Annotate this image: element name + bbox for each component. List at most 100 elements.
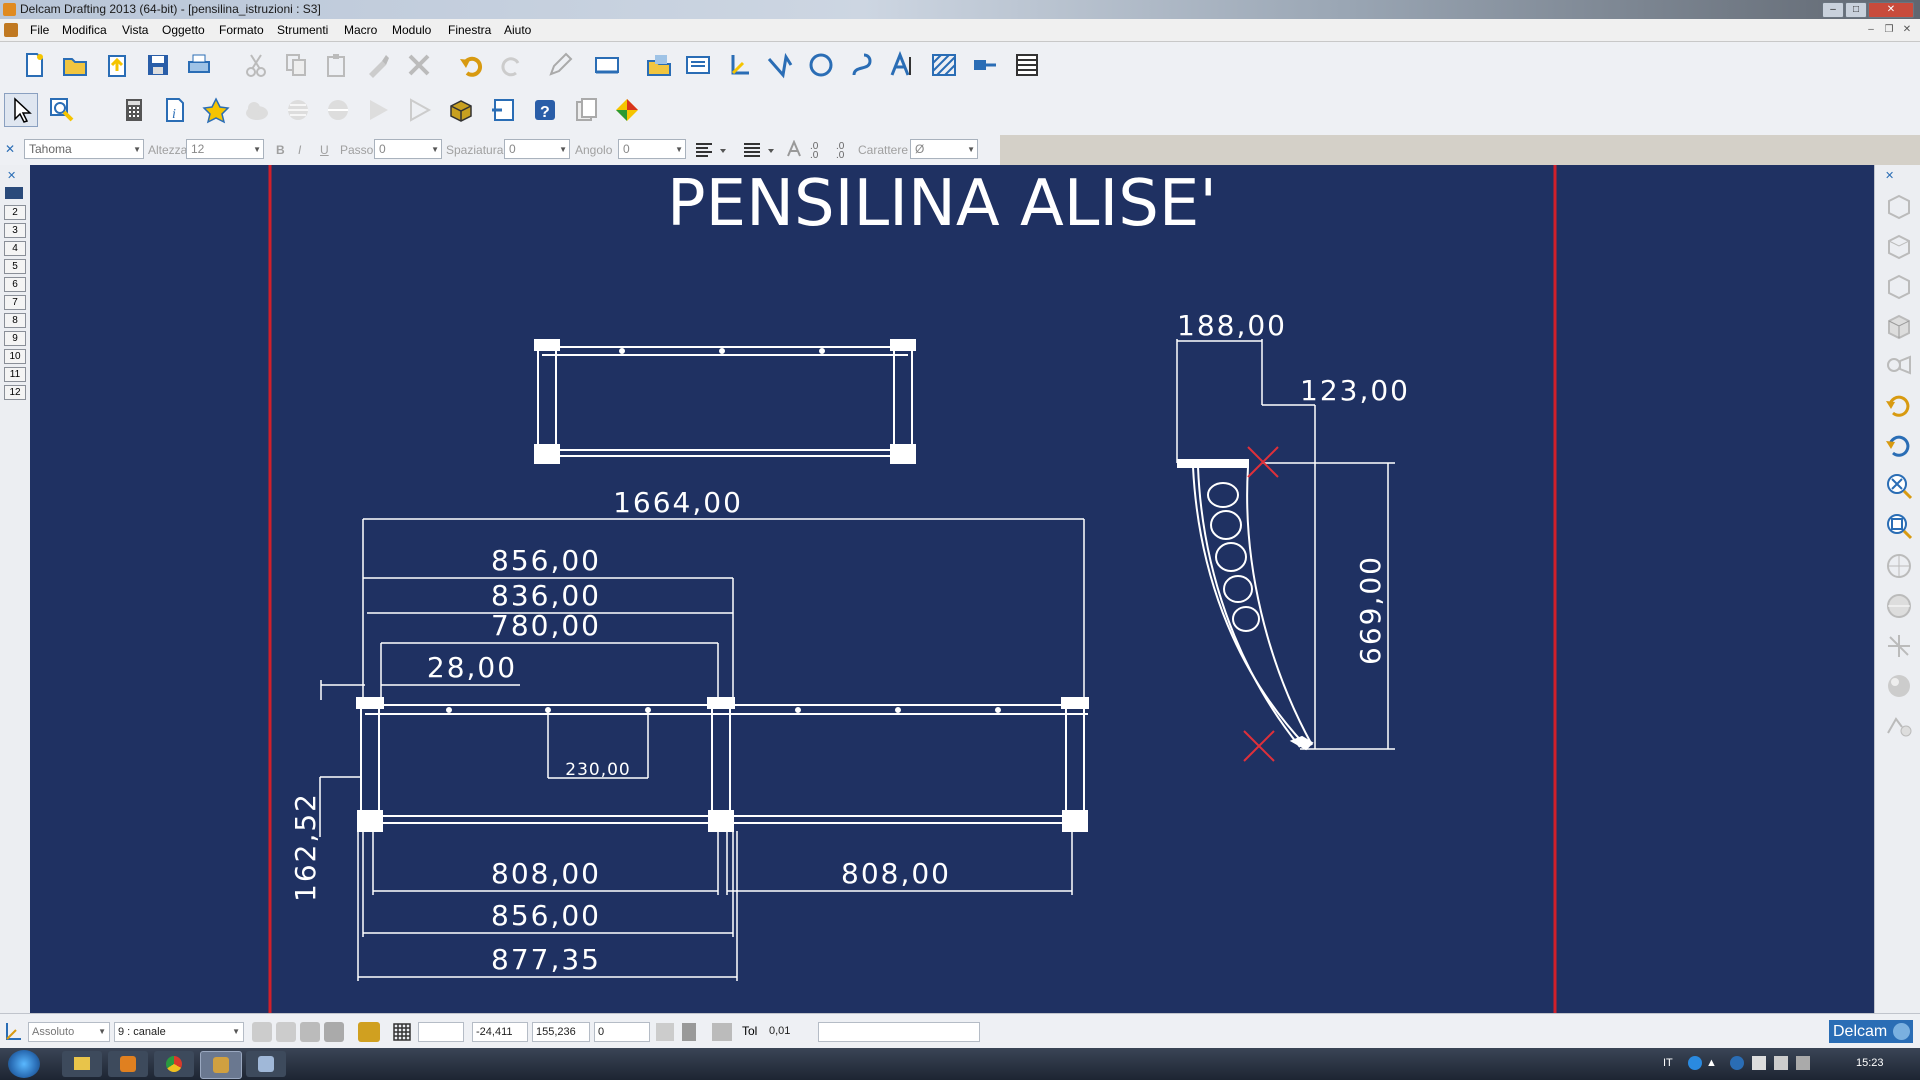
info-button[interactable]: i bbox=[158, 93, 192, 127]
help-button[interactable]: ? bbox=[528, 93, 562, 127]
view-top-icon[interactable] bbox=[1884, 271, 1914, 301]
view-button[interactable] bbox=[590, 48, 624, 82]
layer-select[interactable]: 9 : canale ▼ bbox=[114, 1022, 244, 1042]
menu-vista[interactable]: Vista bbox=[122, 23, 148, 37]
close-view-strip-icon[interactable]: ✕ bbox=[1885, 169, 1894, 182]
grid-spacing-field[interactable] bbox=[418, 1022, 464, 1042]
pitch-select[interactable]: 0 ▼ bbox=[374, 139, 442, 159]
triangle-button[interactable] bbox=[403, 93, 437, 127]
page-tab-10[interactable]: 10 bbox=[4, 349, 26, 364]
page-tab-3[interactable]: 3 bbox=[4, 223, 26, 238]
import-button[interactable] bbox=[100, 48, 134, 82]
align-justify-button[interactable] bbox=[740, 139, 776, 161]
undo-button[interactable] bbox=[454, 48, 488, 82]
snap3-icon[interactable] bbox=[300, 1022, 320, 1042]
open-file-button[interactable] bbox=[58, 48, 92, 82]
snap-icon[interactable] bbox=[252, 1022, 272, 1042]
edit-text-button[interactable] bbox=[543, 48, 577, 82]
bold-button[interactable]: B bbox=[276, 143, 285, 157]
print-button[interactable] bbox=[182, 48, 216, 82]
delete-button[interactable] bbox=[402, 48, 436, 82]
flag-tray-icon[interactable] bbox=[1752, 1056, 1766, 1070]
light-icon[interactable] bbox=[1884, 711, 1914, 741]
angle-select[interactable]: 0 ▼ bbox=[618, 139, 686, 159]
new-file-button[interactable] bbox=[17, 48, 51, 82]
sphere-view-icon[interactable] bbox=[1884, 591, 1914, 621]
redo-button[interactable] bbox=[495, 48, 529, 82]
menu-modulo[interactable]: Modulo bbox=[392, 23, 431, 37]
page-tab-7[interactable]: 7 bbox=[4, 295, 26, 310]
close-strip-icon[interactable]: ✕ bbox=[7, 169, 16, 182]
menu-strumenti[interactable]: Strumenti bbox=[277, 23, 328, 37]
render-button[interactable] bbox=[610, 93, 644, 127]
mdi-restore-button[interactable]: ❐ bbox=[1882, 24, 1896, 36]
text-button[interactable] bbox=[886, 48, 920, 82]
paste-button[interactable] bbox=[320, 48, 354, 82]
cut-button[interactable] bbox=[239, 48, 273, 82]
clock[interactable]: 15:23 bbox=[1856, 1057, 1884, 1069]
font-select[interactable]: Tahoma ▼ bbox=[24, 139, 144, 159]
copy-sheet-button[interactable] bbox=[569, 93, 603, 127]
axes-view-icon[interactable] bbox=[1884, 631, 1914, 661]
table-status-icon[interactable] bbox=[656, 1023, 674, 1041]
hatch-button[interactable] bbox=[927, 48, 961, 82]
page-tab-9[interactable]: 9 bbox=[4, 331, 26, 346]
shape-button[interactable] bbox=[199, 93, 233, 127]
start-button[interactable] bbox=[8, 1050, 40, 1078]
copy-button[interactable] bbox=[279, 48, 313, 82]
taskbar-explorer[interactable] bbox=[62, 1051, 102, 1077]
taskbar-delcam[interactable] bbox=[200, 1051, 242, 1079]
table-button[interactable] bbox=[1010, 48, 1044, 82]
page-tab-4[interactable]: 4 bbox=[4, 241, 26, 256]
page-tab-5[interactable]: 5 bbox=[4, 259, 26, 274]
taskbar-app2[interactable] bbox=[246, 1051, 286, 1077]
layers-icon[interactable] bbox=[324, 1022, 344, 1042]
grid-icon[interactable] bbox=[392, 1022, 412, 1042]
menu-aiuto[interactable]: Aiuto bbox=[504, 23, 531, 37]
brush-button[interactable] bbox=[361, 48, 395, 82]
open-drawing-button[interactable] bbox=[642, 48, 676, 82]
polyline-button[interactable] bbox=[763, 48, 797, 82]
tray-expand-icon[interactable]: ▲ bbox=[1706, 1057, 1717, 1069]
tolerance-field[interactable]: 0,01 bbox=[766, 1022, 816, 1042]
rotate-view-icon[interactable] bbox=[1884, 391, 1914, 421]
zoom-window-icon[interactable] bbox=[1884, 511, 1914, 541]
network-tray-icon[interactable] bbox=[1730, 1056, 1744, 1070]
command-field[interactable] bbox=[818, 1022, 980, 1042]
volume-tray-icon[interactable] bbox=[1796, 1056, 1810, 1070]
sheet-button[interactable] bbox=[681, 48, 715, 82]
circle-button[interactable] bbox=[804, 48, 838, 82]
cloud-button[interactable] bbox=[240, 93, 274, 127]
close-toolbar-icon[interactable]: ✕ bbox=[5, 142, 15, 156]
menu-formato[interactable]: Formato bbox=[219, 23, 264, 37]
zoom-fit-icon[interactable] bbox=[1884, 471, 1914, 501]
maximize-button[interactable]: □ bbox=[1845, 2, 1867, 18]
height-select[interactable]: 12 ▼ bbox=[186, 139, 264, 159]
wedge-button[interactable] bbox=[362, 93, 396, 127]
page-1-icon[interactable] bbox=[5, 187, 23, 199]
zoom-button[interactable] bbox=[45, 93, 79, 127]
mdi-minimize-button[interactable]: – bbox=[1864, 24, 1878, 36]
taskbar-media[interactable] bbox=[108, 1051, 148, 1077]
view-camera-icon[interactable] bbox=[1884, 351, 1914, 381]
taskbar-chrome[interactable] bbox=[154, 1051, 194, 1077]
text-style-icon[interactable] bbox=[786, 139, 804, 158]
curve-button[interactable] bbox=[845, 48, 879, 82]
page-tab-6[interactable]: 6 bbox=[4, 277, 26, 292]
z-coordinate-field[interactable]: 0 bbox=[594, 1022, 650, 1042]
sphere-button[interactable] bbox=[281, 93, 315, 127]
close-button[interactable]: ✕ bbox=[1868, 2, 1914, 18]
help-tray-icon[interactable] bbox=[1688, 1056, 1702, 1070]
axis-button[interactable] bbox=[722, 48, 756, 82]
save-button[interactable] bbox=[141, 48, 175, 82]
dimension-button[interactable] bbox=[968, 48, 1002, 82]
align-left-button[interactable] bbox=[692, 139, 728, 161]
page-tab-11[interactable]: 11 bbox=[4, 367, 26, 382]
settings-icon[interactable] bbox=[358, 1022, 380, 1042]
globe-icon[interactable] bbox=[1884, 551, 1914, 581]
x-coordinate-field[interactable]: -24,411 bbox=[472, 1022, 528, 1042]
calc-status-icon[interactable] bbox=[682, 1023, 696, 1041]
italic-button[interactable]: I bbox=[298, 143, 301, 157]
y-coordinate-field[interactable]: 155,236 bbox=[532, 1022, 590, 1042]
undo-view-icon[interactable] bbox=[1884, 431, 1914, 461]
